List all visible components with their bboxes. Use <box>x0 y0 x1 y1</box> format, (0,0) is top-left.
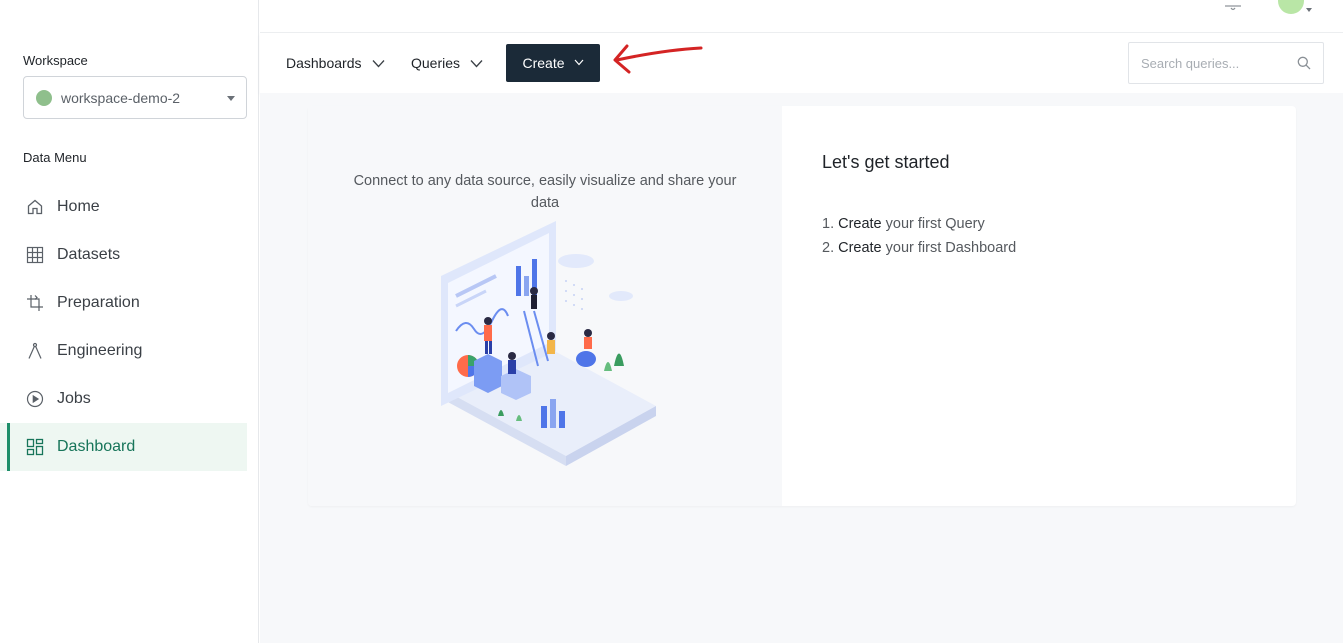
sidebar: Workspace workspace-demo-2 Data Menu Hom… <box>0 0 259 643</box>
sidebar-item-label: Jobs <box>57 390 91 407</box>
sidebar-item-dashboard[interactable]: Dashboard <box>0 423 247 471</box>
search-input[interactable] <box>1141 55 1281 71</box>
create-query-link[interactable]: Create <box>838 212 882 236</box>
sidebar-item-label: Engineering <box>57 342 143 359</box>
sidebar-item-label: Datasets <box>57 246 121 263</box>
step-number: 2. <box>822 240 835 256</box>
search-icon[interactable] <box>1297 56 1311 75</box>
data-menu-label: Data Menu <box>23 150 87 165</box>
dashboards-menu-label: Dashboards <box>286 55 362 71</box>
workspace-status-dot <box>36 89 52 106</box>
dashboard-illustration <box>416 221 676 481</box>
play-circle-icon <box>26 390 44 408</box>
sidebar-item-label: Home <box>57 198 100 215</box>
sidebar-item-engineering[interactable]: Engineering <box>0 327 247 375</box>
chevron-down-icon <box>470 56 483 71</box>
create-button-label: Create <box>522 55 565 71</box>
connect-text: Connect to any data source, easily visua… <box>353 173 737 211</box>
card-illustration-panel: Connect to any data source, easily visua… <box>308 106 782 506</box>
toolbar: Dashboards Queries Create <box>260 33 1343 93</box>
user-menu[interactable] <box>1278 0 1312 14</box>
sidebar-item-preparation[interactable]: Preparation <box>0 279 247 327</box>
workspace-select-value: workspace-demo-2 <box>61 89 181 106</box>
sidebar-item-jobs[interactable]: Jobs <box>0 375 247 423</box>
compass-icon <box>26 342 44 360</box>
annotation-arrow-icon <box>609 40 704 80</box>
card-steps-panel: Let's get started 1. Create your first Q… <box>782 106 1296 506</box>
chevron-down-icon <box>574 57 584 69</box>
avatar <box>1278 0 1304 14</box>
notification-bell-icon[interactable] <box>1222 0 1244 11</box>
step-text: your first Query <box>885 216 985 232</box>
step-number: 1. <box>822 216 835 232</box>
main-content: Connect to any data source, easily visua… <box>260 93 1343 643</box>
sidebar-item-datasets[interactable]: Datasets <box>0 231 247 279</box>
getting-started-card: Connect to any data source, easily visua… <box>308 106 1296 506</box>
steps-list: 1. Create your first Query 2. Create you… <box>822 212 1016 260</box>
step-text: your first Dashboard <box>885 240 1017 256</box>
workspace-select[interactable]: workspace-demo-2 <box>23 76 247 119</box>
queries-menu-label: Queries <box>411 55 461 71</box>
dashboards-menu-button[interactable]: Dashboards <box>286 44 385 82</box>
queries-menu-button[interactable]: Queries <box>411 44 483 82</box>
get-started-title: Let's get started <box>822 152 950 172</box>
list-item: 2. Create your first Dashboard <box>822 236 1016 260</box>
search-box[interactable] <box>1128 42 1324 84</box>
grid-icon <box>26 246 44 264</box>
caret-down-icon <box>1306 8 1312 12</box>
chevron-down-icon <box>372 56 385 71</box>
sidebar-item-label: Preparation <box>57 294 140 311</box>
list-item: 1. Create your first Query <box>822 212 1016 236</box>
home-icon <box>26 198 44 216</box>
create-button[interactable]: Create <box>506 44 600 82</box>
create-dashboard-link[interactable]: Create <box>838 236 882 260</box>
caret-down-icon <box>227 96 235 101</box>
workspace-label: Workspace <box>23 53 88 68</box>
crop-icon <box>26 294 44 312</box>
sidebar-item-home[interactable]: Home <box>0 183 247 231</box>
sidebar-item-label: Dashboard <box>57 438 136 455</box>
sidebar-nav: Home Datasets Preparation Engineering Jo… <box>0 183 247 471</box>
dashboard-icon <box>26 438 44 456</box>
top-header <box>260 0 1343 33</box>
